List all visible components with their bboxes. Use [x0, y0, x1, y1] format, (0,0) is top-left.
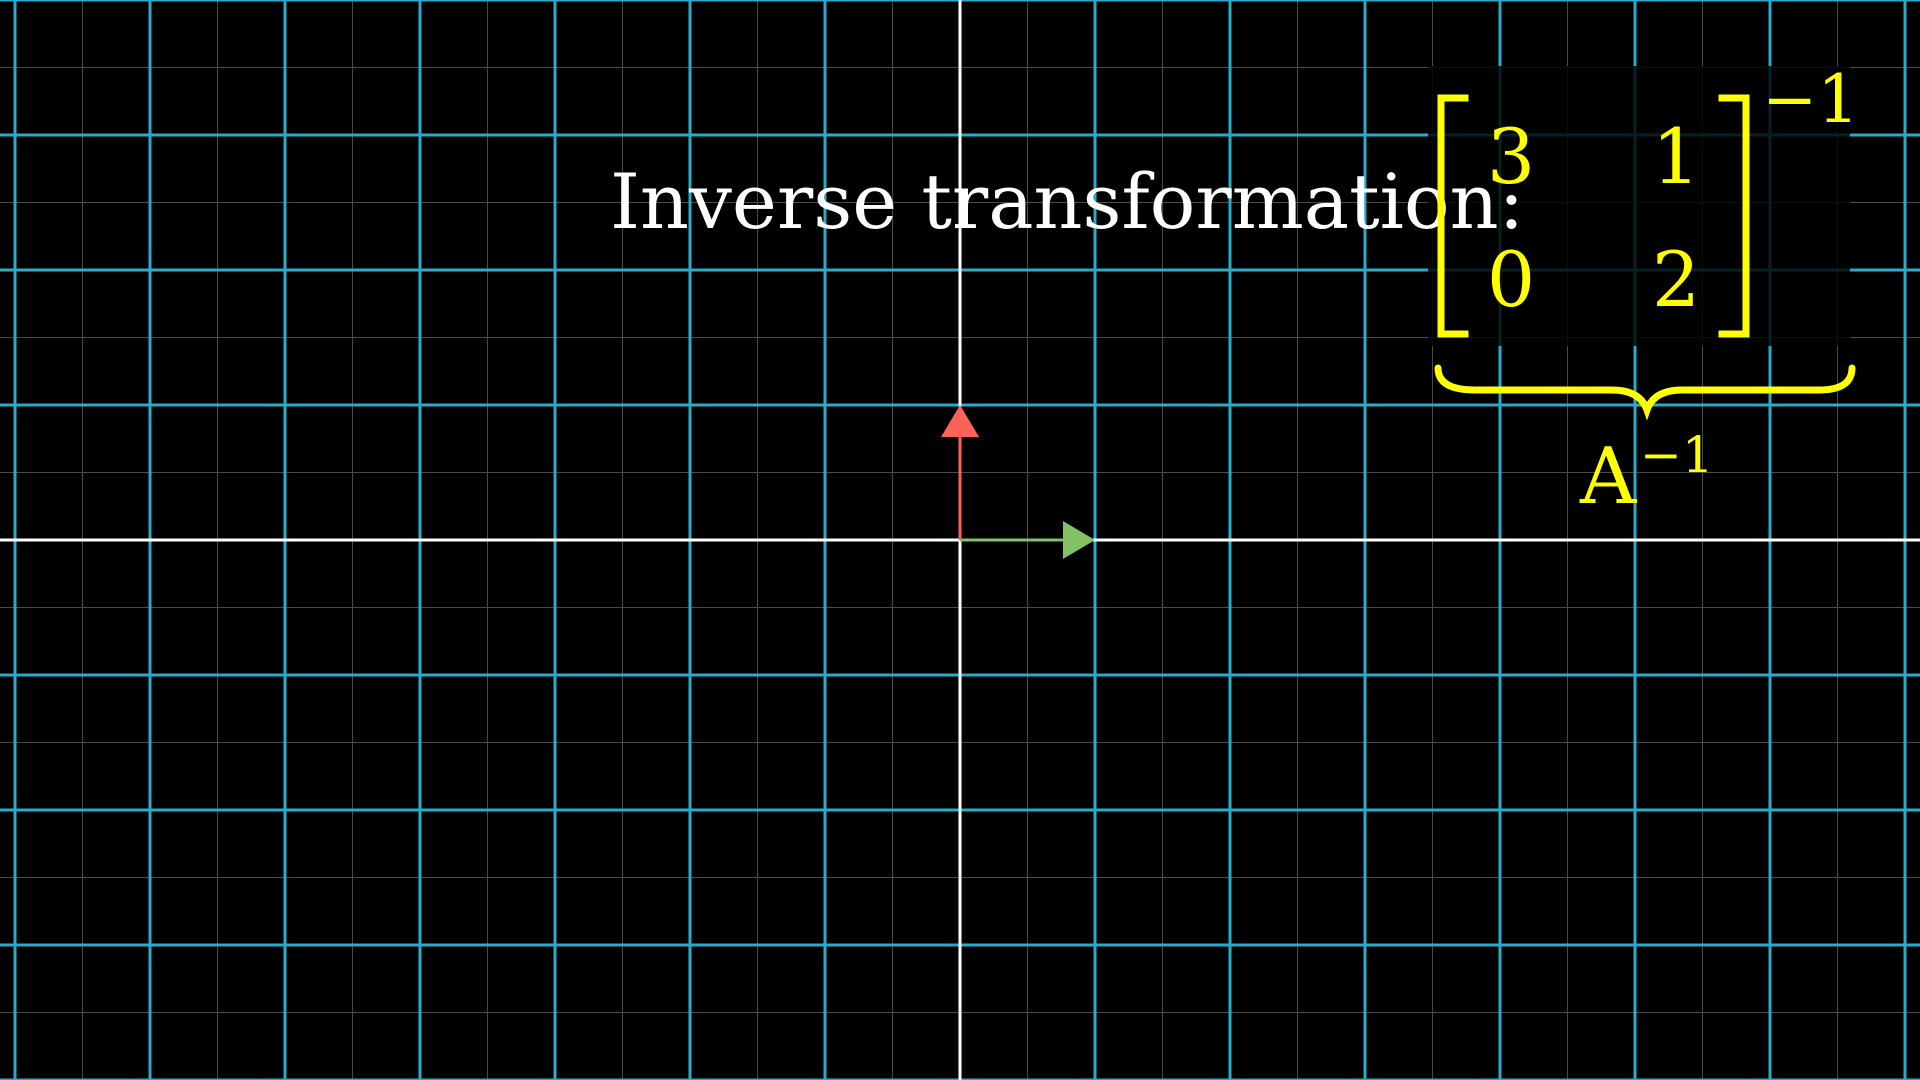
matrix-entry-r2c1: 0 — [1487, 235, 1535, 324]
matrix-name: A — [1579, 432, 1638, 522]
matrix-entry-r2c2: 2 — [1652, 235, 1700, 324]
inverse-transformation-label: Inverse transformation: — [610, 157, 1524, 246]
matrix-name-exponent: −1 — [1640, 426, 1714, 484]
matrix-inverse-exponent: −1 — [1762, 61, 1859, 138]
matrix-entry-r1c1: 3 — [1487, 112, 1535, 201]
matrix-entry-r1c2: 1 — [1652, 112, 1700, 201]
coordinate-plane-scene: Inverse transformation: 3 1 0 2 −1 A −1 — [0, 0, 1920, 1080]
